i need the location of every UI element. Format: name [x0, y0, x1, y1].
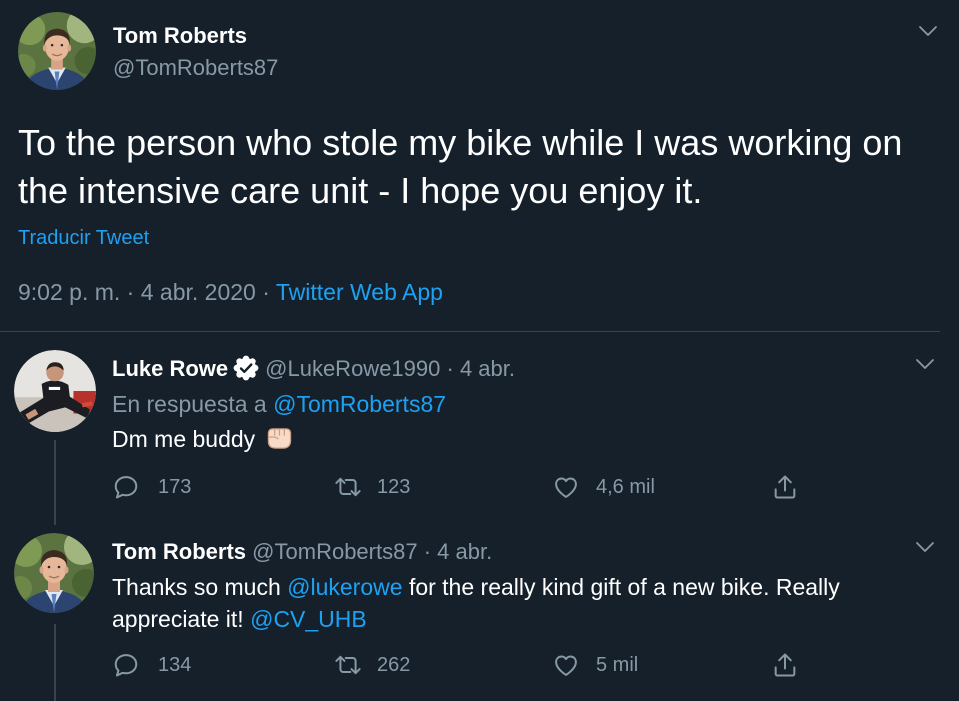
- replying-to: En respuesta a @TomRoberts87: [112, 390, 446, 418]
- like-icon[interactable]: [551, 473, 581, 501]
- tweet-date[interactable]: 4 abr. 2020: [141, 279, 256, 305]
- like-icon[interactable]: [551, 651, 581, 679]
- tom-roberts-avatar[interactable]: [14, 533, 94, 613]
- reply-date[interactable]: 4 abr.: [460, 356, 515, 381]
- reply-icon[interactable]: [111, 651, 141, 679]
- meta-separator: ·: [126, 279, 135, 305]
- author-handle[interactable]: @LukeRowe1990: [265, 356, 440, 381]
- header-separator: ·: [423, 539, 432, 564]
- mention-link[interactable]: @CV_UHB: [250, 606, 367, 632]
- meta-separator: ·: [262, 279, 270, 305]
- reply-date[interactable]: 4 abr.: [437, 539, 492, 564]
- author-name[interactable]: Tom Roberts: [112, 539, 246, 564]
- author-name[interactable]: Luke Rowe: [112, 356, 228, 381]
- tweet-text: To the person who stole my bike while I …: [18, 122, 903, 211]
- tweet-source-link[interactable]: Twitter Web App: [276, 279, 443, 305]
- replying-to-label: En respuesta a: [112, 391, 267, 417]
- translate-tweet-link[interactable]: Traducir Tweet: [18, 226, 149, 250]
- like-count: 5 mil: [596, 654, 639, 676]
- luke-rowe-avatar[interactable]: [14, 350, 96, 432]
- author-handle[interactable]: @TomRoberts87: [113, 54, 278, 82]
- author-name[interactable]: Tom Roberts: [113, 22, 247, 50]
- header-separator: ·: [446, 356, 454, 381]
- reply-icon[interactable]: [111, 473, 141, 501]
- reply-text: Dm me buddy: [112, 423, 912, 455]
- verified-badge-icon: [233, 355, 259, 381]
- reply-header: Tom Roberts @TomRoberts87 · 4 abr.: [112, 538, 492, 566]
- retweet-icon[interactable]: [333, 651, 363, 679]
- tweet-time[interactable]: 9:02 p. m.: [18, 279, 120, 305]
- retweet-icon[interactable]: [333, 473, 363, 501]
- like-count: 4,6 mil: [596, 476, 655, 498]
- chevron-down-icon[interactable]: [915, 358, 935, 370]
- author-handle[interactable]: @TomRoberts87: [252, 539, 417, 564]
- mention-link[interactable]: @lukerowe: [287, 574, 402, 600]
- chevron-down-icon[interactable]: [915, 541, 935, 553]
- thread-connector: [54, 624, 56, 701]
- tom-roberts-avatar[interactable]: [18, 12, 96, 90]
- reply-tweet[interactable]: Tom Roberts @TomRoberts87 · 4 abr. Thank…: [0, 523, 959, 701]
- reply-text: Thanks so much @lukerowe for the really …: [112, 571, 912, 635]
- thread-connector: [54, 440, 56, 525]
- reply-text-part: Thanks so much: [112, 574, 281, 600]
- oncoming-fist-emoji-icon: [264, 425, 294, 452]
- share-icon[interactable]: [770, 473, 800, 501]
- divider: [0, 331, 940, 332]
- share-icon[interactable]: [770, 651, 800, 679]
- retweet-count: 123: [377, 476, 411, 498]
- reply-header: Luke Rowe @LukeRowe1990 · 4 abr.: [112, 355, 515, 383]
- reply-text-content: Dm me buddy: [112, 426, 256, 452]
- retweet-count: 262: [377, 654, 411, 676]
- tweet-meta: 9:02 p. m. · 4 abr. 2020 · Twitter Web A…: [18, 278, 443, 306]
- tweet-thread-page: Tom Roberts @TomRoberts87 To the person …: [0, 0, 959, 701]
- chevron-down-icon[interactable]: [918, 25, 938, 37]
- reply-count: 173: [158, 476, 192, 498]
- replying-to-handle[interactable]: @TomRoberts87: [273, 391, 446, 417]
- reply-tweet[interactable]: Luke Rowe @LukeRowe1990 · 4 abr. En respu…: [0, 340, 959, 525]
- reply-count: 134: [158, 654, 192, 676]
